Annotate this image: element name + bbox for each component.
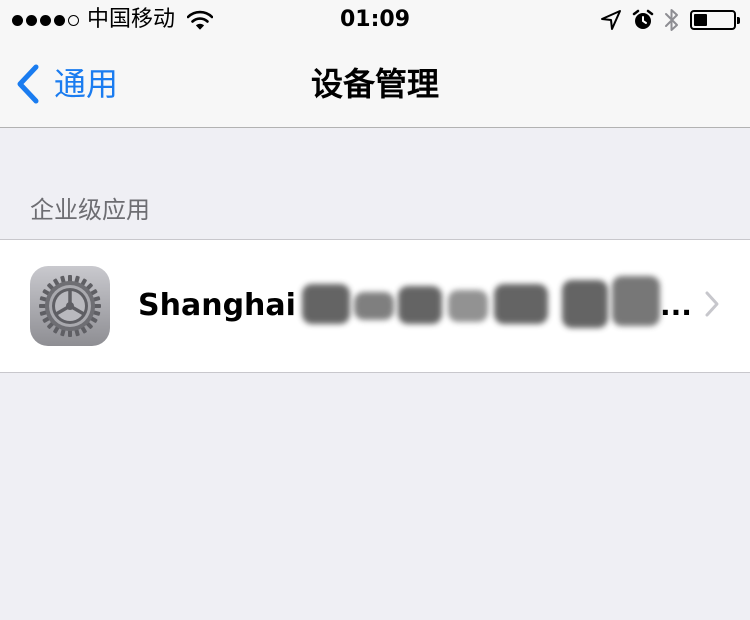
navigation-bar: 通用 设备管理 [0,40,750,128]
truncation-ellipsis: ... [660,289,692,322]
app-developer-name: Shanghai [138,288,296,323]
chevron-right-icon [705,291,719,317]
alarm-clock-icon [632,9,654,29]
gear-icon [39,275,101,337]
location-arrow-icon [601,10,621,30]
section-header: 企业级应用 [30,196,150,224]
battery-nub [737,17,740,24]
status-right [600,6,740,34]
bluetooth-icon [665,9,678,31]
page-title: 设备管理 [310,65,439,103]
list-item[interactable]: Shanghai ... [0,240,750,372]
settings-gear-icon [30,266,110,346]
status-bar: 中国移动 01:09 [0,0,750,40]
battery-icon [690,10,740,30]
battery-level [694,14,707,26]
enterprise-app-list: Shanghai ... [0,239,750,373]
